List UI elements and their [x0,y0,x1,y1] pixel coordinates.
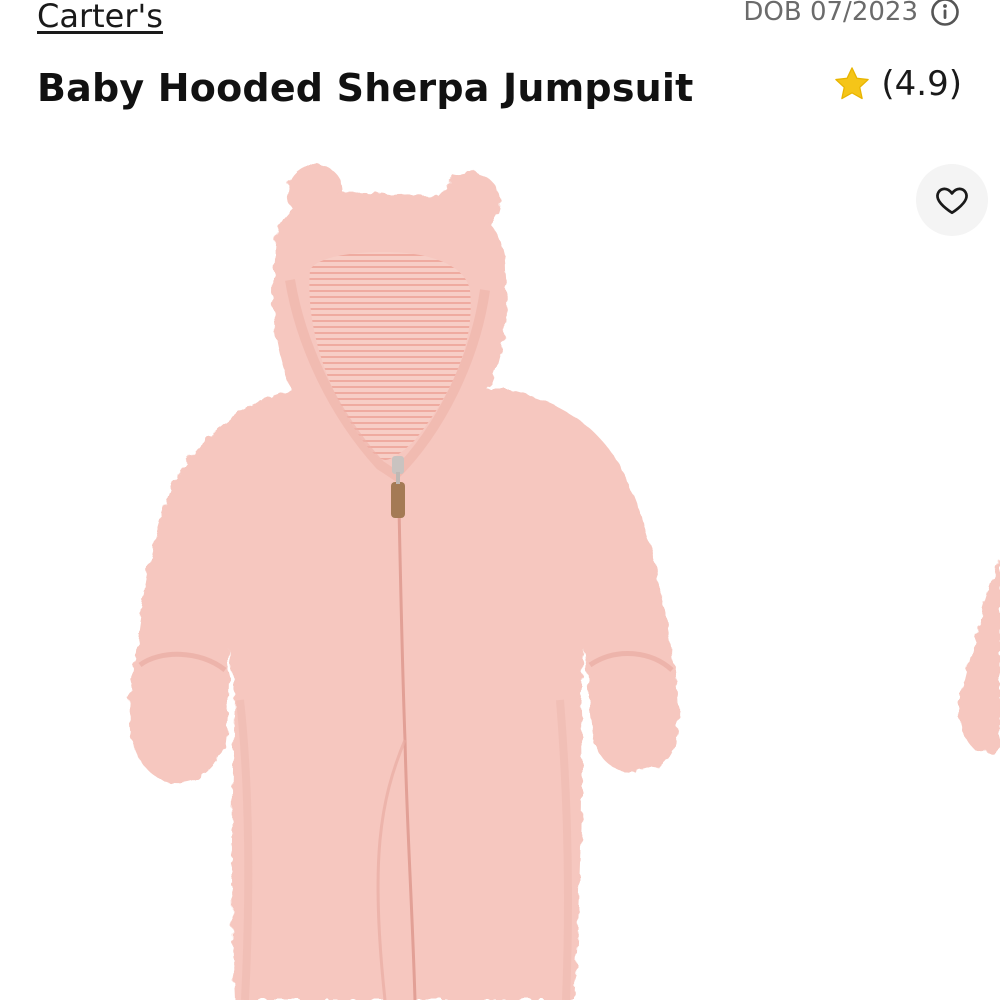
dob-indicator: DOB 07/2023 [743,0,960,30]
favorite-button[interactable] [916,164,988,236]
rating-value: (4.9) [881,64,962,104]
star-icon [833,65,871,103]
brand-link[interactable]: Carter's [37,0,163,36]
product-page: Carter's DOB 07/2023 Baby Hooded Sherpa … [0,0,1000,1000]
product-rating[interactable]: (4.9) [833,60,962,108]
dob-label: DOB 07/2023 [743,0,918,27]
info-icon[interactable] [930,0,960,27]
next-image-peek [958,560,1000,753]
product-image [129,164,1000,1000]
heart-outline-icon [936,187,968,215]
product-title: Baby Hooded Sherpa Jumpsuit [37,66,694,110]
product-image-gallery[interactable] [0,140,1000,1000]
